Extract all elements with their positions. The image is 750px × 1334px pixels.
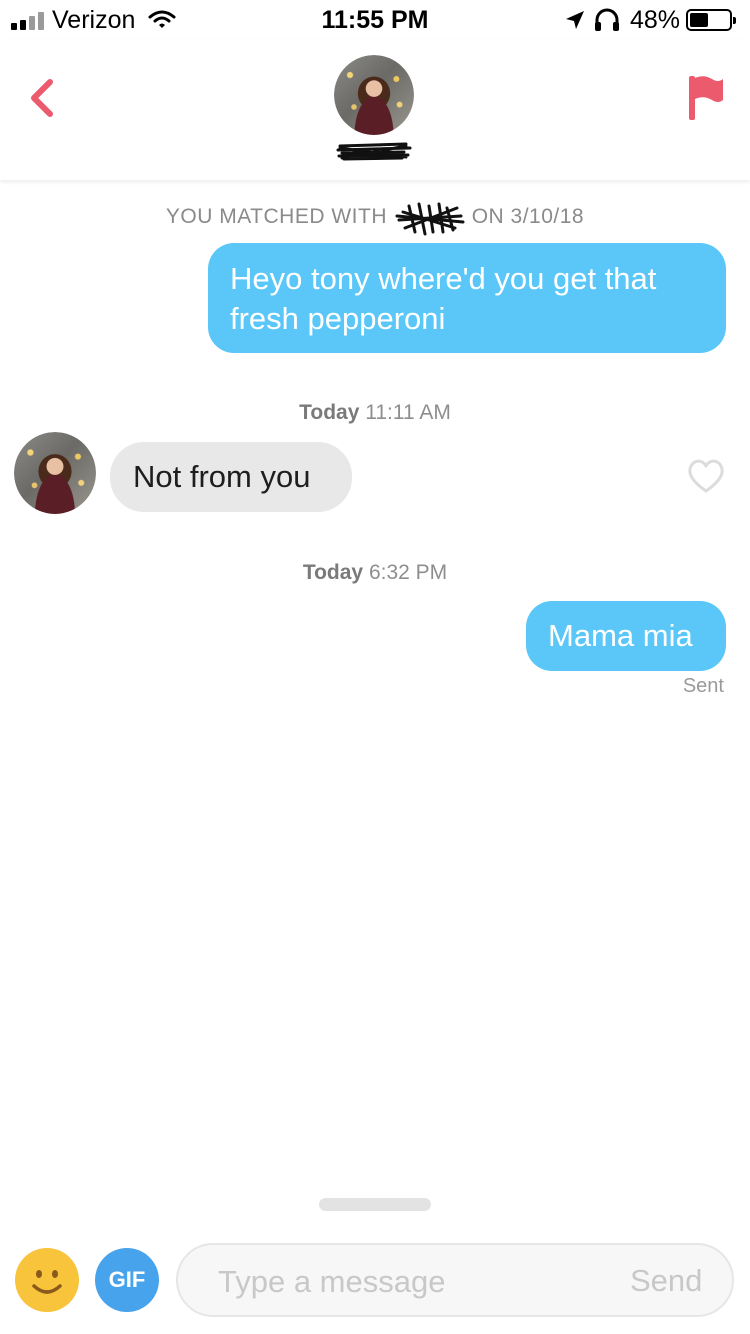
report-button[interactable] (686, 74, 726, 124)
timestamp-day: Today (302, 561, 364, 584)
timestamp-time: 11:11 AM (365, 401, 451, 424)
drag-handle[interactable] (319, 1198, 431, 1211)
profile-photo (14, 432, 96, 514)
send-button[interactable]: Send (630, 1263, 702, 1299)
outgoing-message-bubble[interactable]: Mama mia (526, 601, 726, 671)
battery-icon (686, 9, 736, 31)
headphones-icon (595, 8, 619, 31)
match-avatar[interactable] (334, 55, 414, 135)
sender-avatar[interactable] (14, 432, 96, 514)
heart-icon[interactable] (686, 458, 726, 494)
message-input[interactable] (216, 1257, 600, 1307)
profile-photo (334, 55, 414, 135)
redacted-name-scribble (336, 142, 412, 161)
timestamp-day: Today (299, 401, 360, 424)
timestamp-time: 6:32 PM (368, 561, 448, 584)
timestamp: Today 6:32 PM (0, 561, 750, 585)
battery-percentage: 48% (630, 6, 681, 34)
status-bar: Verizon 11:55 PM 48% (0, 0, 750, 40)
chat-header (0, 40, 750, 180)
outgoing-message-bubble[interactable]: Heyo tony where'd you get that fresh pep… (208, 243, 726, 353)
match-prefix: YOU MATCHED WITH (165, 205, 387, 228)
gif-button[interactable]: GIF (95, 1248, 159, 1312)
battery-level-fill (690, 13, 708, 27)
back-button[interactable] (22, 76, 66, 120)
redacted-name-scribble (395, 202, 465, 236)
flag-icon (689, 76, 723, 120)
match-info: YOU MATCHED WITH ON 3/10/18 (0, 205, 750, 229)
incoming-message-bubble[interactable]: Not from you (110, 442, 352, 512)
delivery-status: Sent (682, 675, 724, 697)
chevron-left-icon (31, 79, 53, 117)
smiley-icon (32, 1270, 62, 1294)
match-date: ON 3/10/18 (471, 205, 585, 228)
timestamp: Today 11:11 AM (0, 401, 750, 425)
emoji-button[interactable] (15, 1248, 79, 1312)
location-arrow-icon (566, 11, 584, 29)
